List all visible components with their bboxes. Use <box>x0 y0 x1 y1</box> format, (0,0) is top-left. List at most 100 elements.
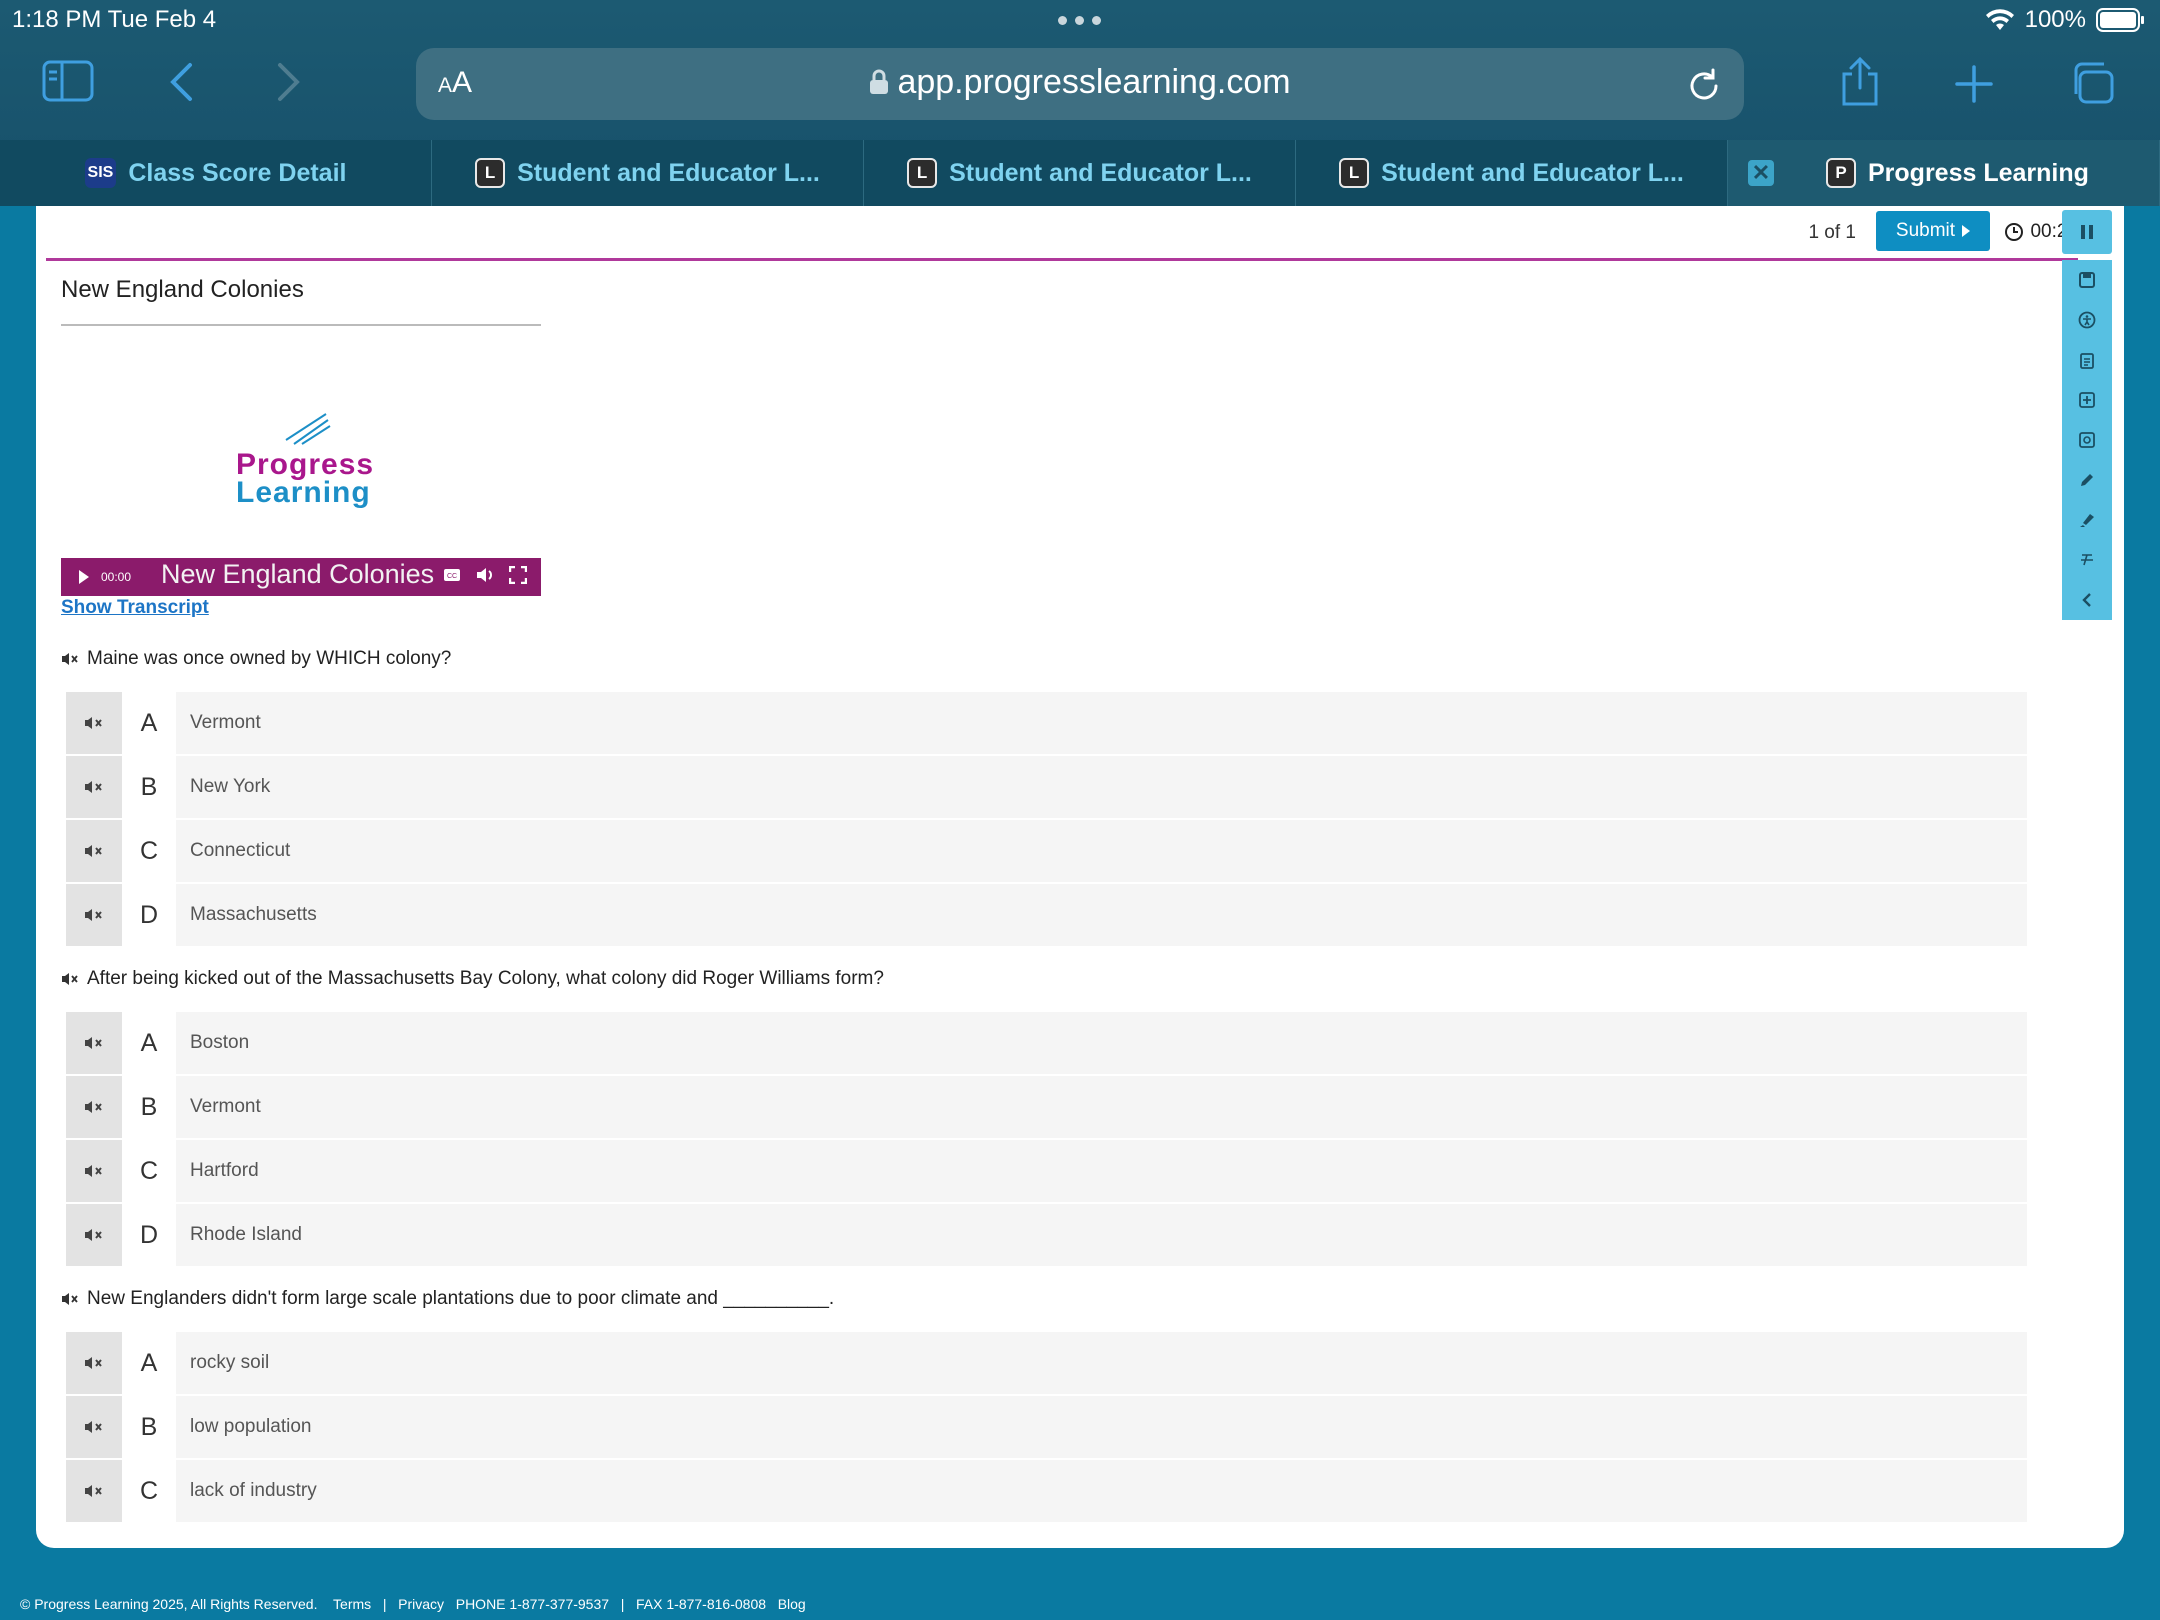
mute-icon[interactable] <box>66 1332 122 1394</box>
question-1: Maine was once owned by WHICH colony? <box>61 648 451 670</box>
tab-student-educator-1[interactable]: L Student and Educator L... <box>432 140 864 206</box>
mute-icon[interactable] <box>66 1396 122 1458</box>
answer-text: Massachusetts <box>190 904 317 925</box>
answer-letter: B <box>122 1076 176 1138</box>
answer-option[interactable]: C Connecticut <box>66 820 2027 882</box>
mute-icon[interactable] <box>66 1140 122 1202</box>
mute-icon[interactable] <box>66 692 122 754</box>
tab-student-educator-2[interactable]: L Student and Educator L... <box>864 140 1296 206</box>
answer-letter: B <box>122 756 176 818</box>
play-arrow-icon <box>1962 225 1971 237</box>
sidebar-toggle-icon[interactable] <box>42 60 94 102</box>
clipboard-icon <box>2080 353 2094 369</box>
note-view-tool[interactable] <box>2062 420 2112 460</box>
mute-icon[interactable] <box>66 884 122 946</box>
note-search-icon <box>2079 432 2095 448</box>
tab-student-educator-3[interactable]: L Student and Educator L... <box>1296 140 1728 206</box>
back-icon[interactable] <box>168 62 194 102</box>
mute-icon[interactable] <box>61 1291 79 1307</box>
pause-button[interactable] <box>2062 210 2112 254</box>
mute-icon[interactable] <box>66 1012 122 1074</box>
collapse-tools-button[interactable] <box>2062 580 2112 620</box>
submit-label: Submit <box>1895 220 1956 241</box>
answer-text: Connecticut <box>190 840 291 861</box>
footer-terms-link[interactable]: Terms <box>333 1596 371 1612</box>
fullscreen-icon[interactable] <box>509 566 527 584</box>
video-title-overlay: New England Colonies <box>161 559 435 589</box>
svg-text:CC: CC <box>447 573 457 580</box>
mute-icon[interactable] <box>66 1204 122 1266</box>
mute-icon[interactable] <box>66 820 122 882</box>
lock-icon <box>870 69 889 94</box>
volume-icon[interactable] <box>475 566 495 584</box>
answer-text: lack of industry <box>190 1480 317 1501</box>
answer-option[interactable]: Clack of industry <box>66 1460 2027 1522</box>
video-player[interactable]: Progress Learning 00:00 New England Colo… <box>61 346 541 596</box>
eraser-tool[interactable] <box>2062 540 2112 580</box>
pause-icon <box>2081 225 2093 239</box>
wifi-icon <box>1985 9 2014 30</box>
mute-icon[interactable] <box>66 1460 122 1522</box>
answer-letter: A <box>122 692 176 754</box>
answer-option[interactable]: B Vermont <box>66 1076 2027 1138</box>
answer-option[interactable]: Arocky soil <box>66 1332 2027 1394</box>
highlighter-icon <box>2080 514 2094 527</box>
answer-option[interactable]: C Hartford <box>66 1140 2027 1202</box>
answer-option[interactable]: D Massachusetts <box>66 884 2027 946</box>
video-controls: 00:00 New England Colonies CC <box>61 558 541 596</box>
tab-label: Student and Educator L... <box>1381 158 1684 187</box>
save-tool[interactable] <box>2062 260 2112 300</box>
answer-option[interactable]: A Vermont <box>66 692 2027 754</box>
reload-icon[interactable] <box>1688 66 1722 107</box>
progress-learning-logo: Progress Learning <box>236 410 386 510</box>
close-tab-icon[interactable]: ✕ <box>1748 160 1774 186</box>
submit-button[interactable]: Submit <box>1876 211 1990 251</box>
tabs-overview-icon[interactable] <box>2068 60 2116 106</box>
tab-progress-learning[interactable]: ✕ P Progress Learning <box>1728 140 2160 206</box>
url-text[interactable]: app.progresslearning.com <box>416 63 1744 102</box>
answer-text: Vermont <box>190 1096 261 1117</box>
save-icon <box>2079 272 2095 288</box>
clock-icon <box>2005 223 2024 241</box>
play-icon[interactable] <box>61 565 95 589</box>
l-favicon-icon: L <box>907 158 938 188</box>
forward-icon[interactable] <box>276 62 302 102</box>
answer-option[interactable]: D Rhode Island <box>66 1204 2027 1266</box>
pencil-tool[interactable] <box>2062 460 2112 500</box>
new-tab-icon[interactable] <box>1954 64 1994 104</box>
footer-privacy-link[interactable]: Privacy <box>398 1596 444 1612</box>
mute-icon[interactable] <box>61 971 79 987</box>
share-icon[interactable] <box>1838 56 1882 108</box>
l-favicon-icon: L <box>475 158 506 188</box>
answer-option[interactable]: Blow population <box>66 1396 2027 1458</box>
answer-option[interactable]: B New York <box>66 756 2027 818</box>
footer-phone: PHONE 1-877-377-9537 <box>455 1596 610 1612</box>
answer-list-3: Arocky soil Blow population Clack of ind… <box>66 1332 2027 1524</box>
accessibility-icon <box>2078 311 2096 329</box>
footer-blog-link[interactable]: Blog <box>778 1596 806 1612</box>
chevron-left-icon <box>2082 593 2091 607</box>
title-divider <box>61 324 541 326</box>
sticky-note-tool[interactable] <box>2062 380 2112 420</box>
browser-chrome: 1:18 PM Tue Feb 4 100% AA app.progressle… <box>0 0 2160 206</box>
question-2: After being kicked out of the Massachuse… <box>61 968 884 990</box>
mute-icon[interactable] <box>61 651 79 667</box>
assignment-topbar: 1 of 1 Submit 00:23 <box>46 206 2078 261</box>
question-text: Maine was once owned by WHICH colony? <box>87 648 452 669</box>
answer-text: Rhode Island <box>190 1224 302 1245</box>
tab-class-score-detail[interactable]: SIS Class Score Detail <box>0 140 432 206</box>
show-transcript-link[interactable]: Show Transcript <box>61 597 209 619</box>
answer-letter: B <box>122 1396 176 1458</box>
captions-icon[interactable]: CC <box>443 568 461 582</box>
notes-tool[interactable] <box>2062 340 2112 380</box>
answer-option[interactable]: A Boston <box>66 1012 2027 1074</box>
accessibility-tool[interactable] <box>2062 300 2112 340</box>
multitasking-dots-icon[interactable] <box>1058 16 1101 25</box>
highlighter-tool[interactable] <box>2062 500 2112 540</box>
mute-icon[interactable] <box>66 1076 122 1138</box>
mute-icon[interactable] <box>66 756 122 818</box>
page-count: 1 of 1 <box>1808 222 1856 243</box>
address-bar[interactable]: AA app.progresslearning.com <box>416 48 1744 120</box>
tab-label: Student and Educator L... <box>517 158 820 187</box>
page-title: New England Colonies <box>61 276 304 303</box>
